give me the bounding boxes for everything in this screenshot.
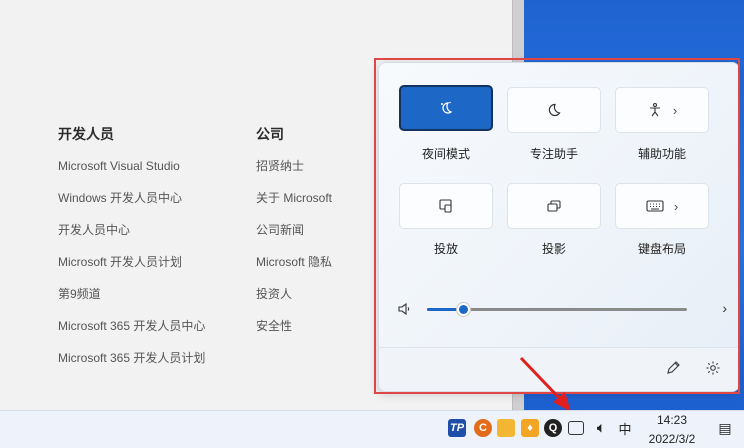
tile-cast-label: 投放 — [433, 242, 458, 256]
clock[interactable]: 14:23 2022/3/2 — [642, 411, 702, 448]
accessibility-icon — [649, 102, 660, 117]
tile-focus-assist[interactable] — [507, 87, 601, 133]
volume-slider-thumb[interactable] — [456, 302, 472, 317]
company-column: 公司 招贤纳士 关于 Microsoft 公司新闻 Microsoft 隐私 投… — [256, 124, 332, 336]
link-windows-dev-center[interactable]: Windows 开发人员中心 — [58, 188, 205, 208]
link-m365-dev-program[interactable]: Microsoft 365 开发人员计划 — [58, 348, 205, 368]
network-icon[interactable] — [568, 421, 584, 435]
link-investors[interactable]: 投资人 — [256, 284, 332, 304]
tile-keyboard-layout-label: 键盘布局 — [637, 242, 686, 256]
settings-icon[interactable] — [703, 360, 723, 380]
tile-focus-assist-label: 专注助手 — [529, 147, 578, 161]
moon-icon — [548, 103, 561, 117]
volume-slider[interactable] — [427, 302, 687, 317]
keyboard-icon — [646, 200, 664, 212]
chevron-right-icon[interactable]: › — [674, 199, 678, 214]
volume-icon[interactable]: 🔈︎ — [592, 419, 610, 437]
quick-settings-panel: 夜间模式 专注助手 › 辅助功能 投放 投影 › 键盘布局 › — [378, 62, 740, 392]
tile-keyboard-layout[interactable]: › — [615, 183, 709, 229]
link-careers[interactable]: 招贤纳士 — [256, 156, 332, 176]
notification-icon[interactable]: ▤ — [716, 419, 734, 437]
flame-icon[interactable]: ♦ — [521, 419, 539, 437]
night-light-icon — [441, 101, 453, 114]
link-dev-program[interactable]: Microsoft 开发人员计划 — [58, 252, 205, 272]
speaker-icon[interactable] — [397, 301, 411, 317]
chevron-right-icon[interactable]: › — [722, 300, 727, 316]
chevron-right-icon[interactable]: › — [673, 103, 677, 118]
link-channel9[interactable]: 第9频道 — [58, 284, 205, 304]
project-icon — [547, 200, 561, 212]
qq-icon[interactable]: Q — [544, 419, 562, 437]
tile-cast[interactable] — [399, 183, 493, 229]
c-icon[interactable]: C — [474, 419, 492, 437]
link-about[interactable]: 关于 Microsoft — [256, 188, 332, 208]
folder-icon[interactable] — [497, 419, 515, 437]
cast-icon — [439, 199, 452, 213]
tp-icon[interactable]: TP — [448, 419, 466, 437]
link-news[interactable]: 公司新闻 — [256, 220, 332, 240]
link-dev-center[interactable]: 开发人员中心 — [58, 220, 205, 240]
tile-accessibility-label: 辅助功能 — [637, 147, 686, 161]
tile-project-label: 投影 — [541, 242, 566, 256]
link-m365-dev-center[interactable]: Microsoft 365 开发人员中心 — [58, 316, 205, 336]
clock-time: 14:23 — [656, 413, 688, 427]
link-visual-studio[interactable]: Microsoft Visual Studio — [58, 156, 205, 176]
edit-icon[interactable] — [663, 360, 683, 380]
ime-icon[interactable]: 中 — [616, 419, 634, 437]
developers-heading: 开发人员 — [58, 126, 114, 142]
tile-project[interactable] — [507, 183, 601, 229]
link-security[interactable]: 安全性 — [256, 316, 332, 336]
developers-column: 开发人员 Microsoft Visual Studio Windows 开发人… — [58, 124, 205, 368]
company-heading: 公司 — [256, 126, 284, 142]
tile-accessibility[interactable]: › — [615, 87, 709, 133]
link-privacy[interactable]: Microsoft 隐私 — [256, 252, 332, 272]
taskbar: TP C ♦ Q 🔈︎ 中 14:23 2022/3/2 ▤ — [0, 410, 744, 448]
tile-night-light[interactable] — [399, 85, 493, 131]
clock-date: 2022/3/2 — [648, 432, 696, 446]
volume-row: › — [397, 299, 727, 319]
tile-night-light-label: 夜间模式 — [421, 147, 470, 161]
